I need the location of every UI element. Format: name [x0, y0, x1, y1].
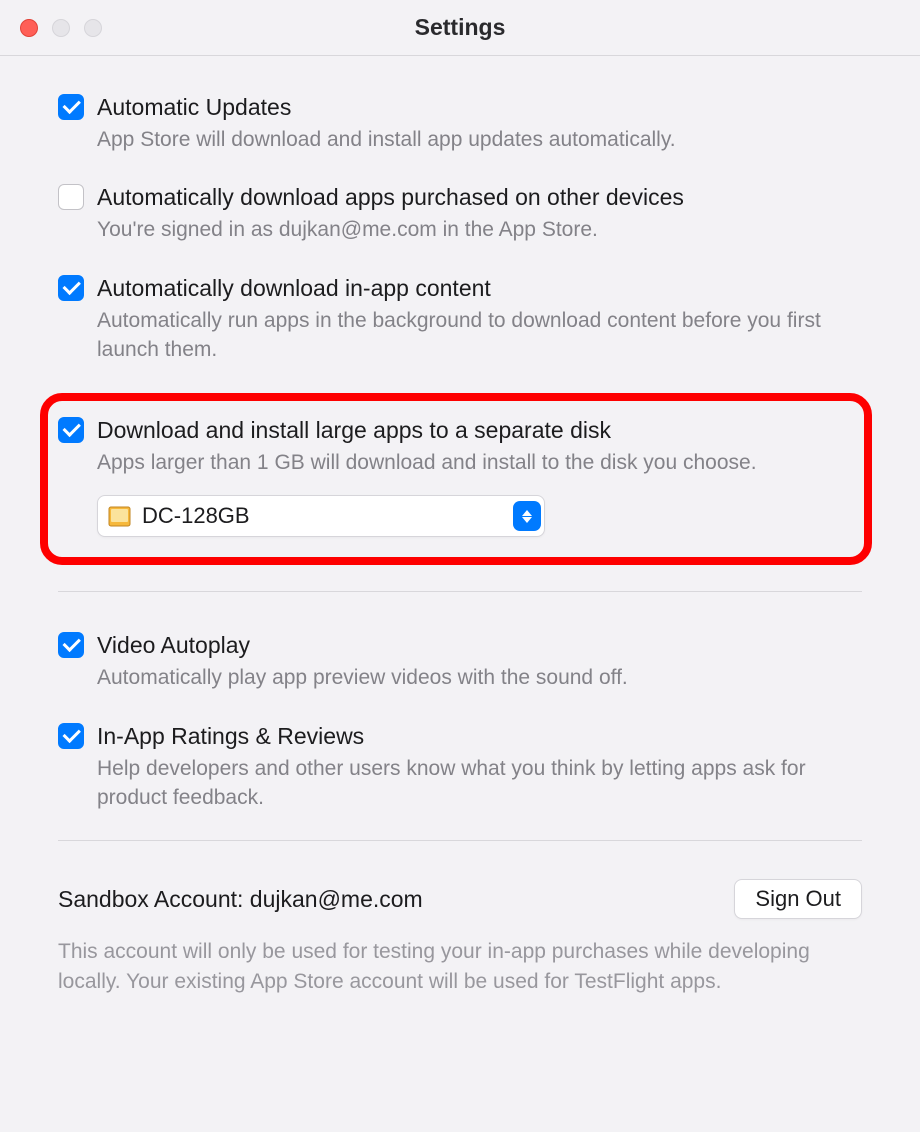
titlebar: Settings [0, 0, 920, 56]
selected-disk-name: DC-128GB [142, 503, 513, 529]
divider [58, 840, 862, 841]
setting-desc: Automatically play app preview videos wi… [97, 663, 862, 692]
minimize-button[interactable] [52, 19, 70, 37]
highlighted-section: Download and install large apps to a sep… [40, 393, 872, 565]
sandbox-desc: This account will only be used for testi… [58, 937, 862, 996]
sandbox-row: Sandbox Account: dujkan@me.com Sign Out [58, 879, 862, 919]
setting-automatic-updates: Automatic Updates App Store will downloa… [58, 92, 862, 154]
setting-large-apps-disk: Download and install large apps to a sep… [58, 415, 854, 477]
setting-auto-download-purchased: Automatically download apps purchased on… [58, 182, 862, 244]
settings-content: Automatic Updates App Store will downloa… [0, 56, 920, 1132]
setting-label: Automatic Updates [97, 92, 862, 123]
setting-desc: Help developers and other users know wha… [97, 754, 862, 813]
setting-video-autoplay: Video Autoplay Automatically play app pr… [58, 630, 862, 692]
setting-auto-inapp-content: Automatically download in-app content Au… [58, 273, 862, 365]
setting-label: Video Autoplay [97, 630, 862, 661]
checkbox-auto-inapp-content[interactable] [58, 275, 84, 301]
setting-inapp-ratings: In-App Ratings & Reviews Help developers… [58, 721, 862, 813]
window-title: Settings [415, 14, 506, 41]
disk-select-wrapper: DC-128GB [97, 495, 854, 537]
sign-out-button[interactable]: Sign Out [734, 879, 862, 919]
divider [58, 591, 862, 592]
close-button[interactable] [20, 19, 38, 37]
checkbox-automatic-updates[interactable] [58, 94, 84, 120]
select-arrows-icon [513, 501, 541, 531]
checkbox-video-autoplay[interactable] [58, 632, 84, 658]
setting-text: Automatically download apps purchased on… [97, 182, 862, 244]
setting-desc: App Store will download and install app … [97, 125, 862, 154]
setting-label: Download and install large apps to a sep… [97, 415, 854, 446]
disk-select[interactable]: DC-128GB [97, 495, 545, 537]
sandbox-account-label: Sandbox Account: dujkan@me.com [58, 886, 423, 913]
setting-label: In-App Ratings & Reviews [97, 721, 862, 752]
setting-desc: You're signed in as dujkan@me.com in the… [97, 215, 862, 244]
setting-text: Video Autoplay Automatically play app pr… [97, 630, 862, 692]
setting-text: Download and install large apps to a sep… [97, 415, 854, 477]
checkbox-auto-download-purchased[interactable] [58, 184, 84, 210]
checkbox-inapp-ratings[interactable] [58, 723, 84, 749]
setting-label: Automatically download apps purchased on… [97, 182, 862, 213]
setting-desc: Automatically run apps in the background… [97, 306, 862, 365]
setting-label: Automatically download in-app content [97, 273, 862, 304]
setting-text: In-App Ratings & Reviews Help developers… [97, 721, 862, 813]
settings-window: Settings Automatic Updates App Store wil… [0, 0, 920, 1132]
setting-text: Automatically download in-app content Au… [97, 273, 862, 365]
traffic-lights [20, 19, 102, 37]
setting-desc: Apps larger than 1 GB will download and … [97, 448, 854, 477]
maximize-button[interactable] [84, 19, 102, 37]
checkbox-large-apps-disk[interactable] [58, 417, 84, 443]
setting-text: Automatic Updates App Store will downloa… [97, 92, 862, 154]
disk-icon [106, 503, 132, 529]
